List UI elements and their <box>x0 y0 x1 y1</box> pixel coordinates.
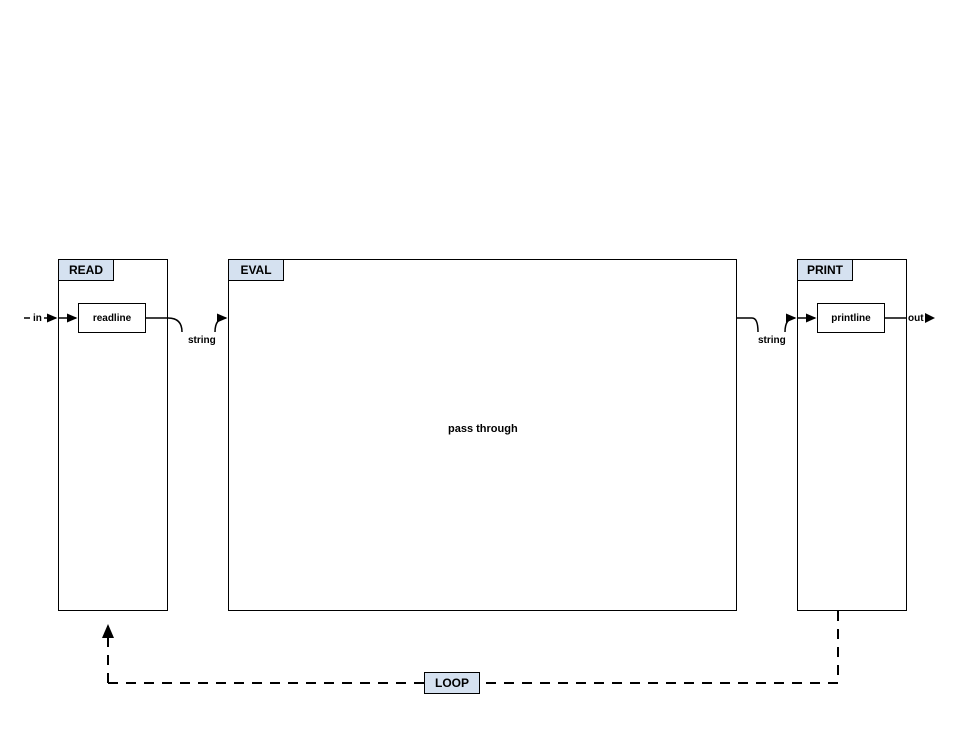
string-label-2: string <box>758 335 786 346</box>
readline-node: readline <box>78 303 146 333</box>
loop-header-label: LOOP <box>435 676 469 690</box>
read-header-label: READ <box>69 263 103 277</box>
in-label: in <box>33 313 42 324</box>
readline-label: readline <box>93 313 131 324</box>
eval-header-label: EVAL <box>240 263 271 277</box>
printline-label: printline <box>831 313 870 324</box>
passthrough-label: pass through <box>448 423 518 435</box>
eval-header: EVAL <box>228 259 284 281</box>
printline-node: printline <box>817 303 885 333</box>
loop-header: LOOP <box>424 672 480 694</box>
print-header: PRINT <box>797 259 853 281</box>
read-header: READ <box>58 259 114 281</box>
print-header-label: PRINT <box>807 263 843 277</box>
eval-box <box>228 259 737 611</box>
out-label: out <box>908 313 924 324</box>
string-label-1: string <box>188 335 216 346</box>
